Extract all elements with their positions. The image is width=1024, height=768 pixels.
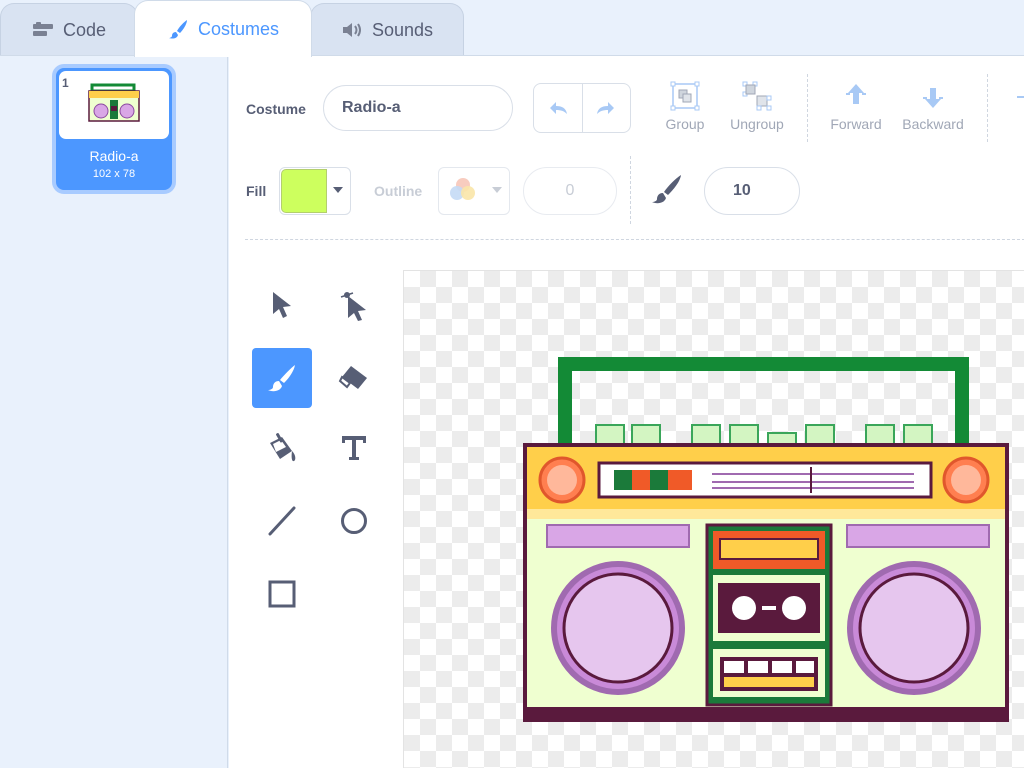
costume-name-input[interactable]: Radio-a bbox=[323, 85, 513, 131]
line-icon bbox=[268, 506, 296, 536]
undo-button[interactable] bbox=[534, 84, 582, 132]
toolbar-separator bbox=[245, 239, 1024, 240]
eraser-icon bbox=[338, 366, 367, 389]
redo-icon bbox=[597, 102, 615, 114]
ungroup-label: Ungroup bbox=[730, 116, 784, 132]
undo-redo-group bbox=[533, 83, 631, 133]
brush-icon bbox=[268, 365, 295, 392]
brush-icon bbox=[167, 18, 189, 40]
tab-costumes-label: Costumes bbox=[197, 18, 280, 39]
circle-tool[interactable] bbox=[324, 491, 384, 551]
circle-icon bbox=[341, 508, 367, 534]
paint-editor: Costume Radio-a Group Ungroup Forward Ba… bbox=[229, 56, 1024, 768]
backward-icon bbox=[923, 88, 943, 108]
chevron-down-icon bbox=[333, 187, 343, 193]
fill-color-picker[interactable] bbox=[279, 167, 351, 215]
brush-size-icon bbox=[649, 173, 683, 212]
fill-swatch bbox=[281, 169, 327, 213]
toolbar-divider bbox=[807, 74, 808, 142]
forward-icon bbox=[846, 84, 866, 104]
tab-sounds-label: Sounds bbox=[371, 19, 434, 40]
costume-list: 1 Radio-a 102 x 78 bbox=[0, 56, 228, 768]
group-label: Group bbox=[665, 116, 705, 132]
front-icon[interactable] bbox=[1017, 96, 1024, 98]
toolbar-divider-3 bbox=[630, 156, 631, 224]
redo-button[interactable] bbox=[581, 84, 631, 132]
text-icon bbox=[342, 436, 366, 460]
radio-thumbnail-icon bbox=[88, 83, 140, 122]
tab-costumes[interactable]: Costumes bbox=[134, 0, 312, 57]
fill-label: Fill bbox=[246, 183, 267, 199]
rectangle-icon bbox=[268, 580, 296, 608]
backward-label: Backward bbox=[902, 116, 964, 132]
undo-icon bbox=[549, 102, 567, 114]
rectangle-tool[interactable] bbox=[252, 564, 312, 624]
chevron-down-icon bbox=[492, 187, 502, 193]
tab-code[interactable]: Code bbox=[0, 3, 138, 56]
outline-width-input[interactable]: 0 bbox=[523, 167, 617, 215]
code-icon bbox=[32, 22, 54, 38]
toolbar-divider-2 bbox=[987, 74, 988, 142]
brush-tool[interactable] bbox=[252, 348, 312, 408]
ungroup-button[interactable]: Ungroup bbox=[717, 80, 797, 132]
tab-sounds[interactable]: Sounds bbox=[310, 3, 464, 56]
ungroup-icon bbox=[742, 81, 772, 111]
text-tool[interactable] bbox=[324, 418, 384, 478]
outline-color-picker[interactable] bbox=[438, 167, 510, 215]
costume-thumbnail bbox=[59, 71, 169, 139]
paint-canvas[interactable] bbox=[403, 270, 1024, 768]
reshape-tool[interactable] bbox=[324, 275, 384, 335]
brush-size-input[interactable]: 10 bbox=[704, 167, 800, 215]
group-icon bbox=[670, 81, 700, 111]
editor-tabs: Code Costumes Sounds bbox=[0, 0, 1024, 57]
speaker-icon bbox=[341, 21, 363, 39]
line-tool[interactable] bbox=[252, 491, 312, 551]
costume-number: 1 bbox=[62, 76, 69, 90]
forward-label: Forward bbox=[830, 116, 882, 132]
costume-size: 102 x 78 bbox=[92, 168, 136, 180]
costume-item-radio-a[interactable]: 1 Radio-a 102 x 78 bbox=[52, 64, 176, 194]
tab-code-label: Code bbox=[62, 19, 107, 40]
radio-costume-image bbox=[523, 357, 1009, 722]
select-tool[interactable] bbox=[252, 275, 312, 335]
eraser-tool[interactable] bbox=[324, 348, 384, 408]
fill-icon bbox=[270, 433, 296, 462]
color-wheel-icon bbox=[450, 178, 475, 200]
outline-label: Outline bbox=[374, 183, 423, 199]
costume-label: Costume bbox=[246, 101, 306, 117]
costume-name: Radio-a bbox=[89, 148, 139, 164]
select-icon bbox=[273, 292, 291, 318]
group-button[interactable]: Group bbox=[645, 80, 725, 132]
fill-tool[interactable] bbox=[252, 418, 312, 478]
forward-button[interactable]: Forward bbox=[816, 80, 896, 132]
backward-button[interactable]: Backward bbox=[893, 80, 973, 132]
reshape-icon bbox=[340, 292, 366, 321]
